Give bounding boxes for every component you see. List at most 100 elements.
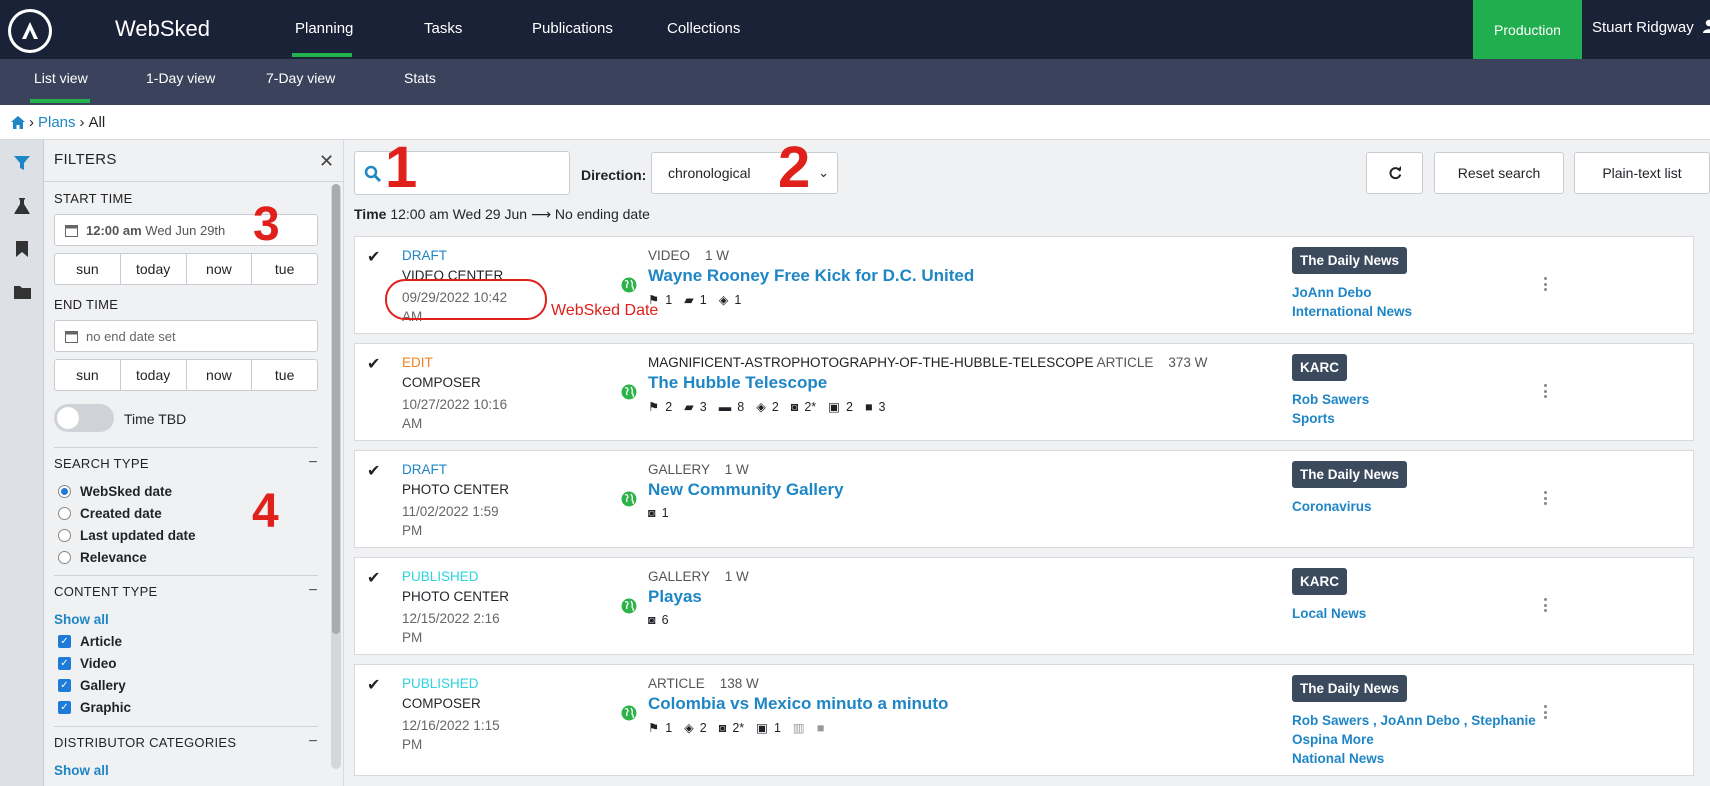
- tab-7-day-view[interactable]: 7-Day view: [266, 70, 335, 86]
- end-now-button[interactable]: now: [187, 360, 253, 390]
- check-icon[interactable]: ✔: [367, 247, 380, 267]
- more-icon[interactable]: [1544, 491, 1548, 505]
- tab-1-day-view[interactable]: 1-Day view: [146, 70, 215, 86]
- distributor-show-all[interactable]: Show all: [54, 763, 109, 778]
- environment-button[interactable]: Production: [1473, 0, 1582, 59]
- distributor-label: DISTRIBUTOR CATEGORIES: [54, 735, 237, 750]
- plan-title[interactable]: The Hubble Telescope: [648, 373, 827, 393]
- plan-card[interactable]: ✔ EDIT COMPOSER 10/27/2022 10:16 AM MAGNI…: [354, 343, 1694, 441]
- filter-icon[interactable]: [11, 152, 33, 174]
- content-type-option[interactable]: ✓ Video: [58, 656, 117, 671]
- search-type-option[interactable]: WebSked date: [58, 484, 172, 499]
- reset-search-button[interactable]: Reset search: [1434, 152, 1564, 194]
- content-type-option[interactable]: ✓ Article: [58, 634, 122, 649]
- collapse-icon[interactable]: −: [308, 582, 318, 600]
- scrollbar-thumb[interactable]: [332, 184, 340, 634]
- assignees: Local News: [1292, 604, 1542, 623]
- time-end: No ending date: [554, 206, 650, 222]
- content-type-option[interactable]: ✓ Graphic: [58, 700, 131, 715]
- checkbox-checked[interactable]: ✓: [58, 657, 71, 670]
- content-type-show-all[interactable]: Show all: [54, 612, 109, 627]
- option-label: Relevance: [80, 550, 147, 565]
- tab-stats[interactable]: Stats: [404, 70, 436, 86]
- check-icon[interactable]: ✔: [367, 675, 380, 695]
- tab-planning[interactable]: Planning: [295, 20, 353, 37]
- tag-icon: ◈ 2: [756, 399, 779, 415]
- end-today-button[interactable]: today: [121, 360, 187, 390]
- assignee-links[interactable]: Rob Sawers , JoAnn Debo , Stephanie Ospi…: [1292, 711, 1542, 749]
- start-today-button[interactable]: today: [121, 254, 187, 284]
- check-icon[interactable]: ✔: [367, 354, 380, 374]
- bookmark-icon[interactable]: [11, 238, 33, 260]
- radio[interactable]: [58, 507, 71, 520]
- radio-selected[interactable]: [58, 485, 71, 498]
- breadcrumb-plans[interactable]: Plans: [38, 114, 76, 131]
- radio[interactable]: [58, 529, 71, 542]
- plan-card[interactable]: ✔ PUBLISHED COMPOSER 12/16/2022 1:15 PM A…: [354, 664, 1694, 776]
- section-link[interactable]: International News: [1292, 302, 1542, 321]
- check-icon[interactable]: ✔: [367, 568, 380, 588]
- checkbox-checked[interactable]: ✓: [58, 635, 71, 648]
- content-type-header[interactable]: CONTENT TYPE −: [54, 575, 318, 599]
- collapse-icon[interactable]: −: [308, 733, 318, 751]
- section-link[interactable]: Sports: [1292, 409, 1542, 428]
- search-type-header[interactable]: SEARCH TYPE −: [54, 447, 318, 471]
- filters-scrollbar[interactable]: [331, 184, 341, 769]
- plan-card[interactable]: ✔ DRAFT VIDEO CENTER 09/29/2022 10:42 AM …: [354, 236, 1694, 334]
- book-icon: ▰ 1: [684, 292, 707, 308]
- radio[interactable]: [58, 551, 71, 564]
- checkbox-checked[interactable]: ✓: [58, 679, 71, 692]
- user-menu[interactable]: Stuart Ridgway: [1592, 19, 1710, 36]
- tab-collections[interactable]: Collections: [667, 20, 740, 37]
- plain-text-list-button[interactable]: Plain-text list: [1574, 152, 1710, 194]
- plan-card[interactable]: ✔ DRAFT PHOTO CENTER 11/02/2022 1:59 PM G…: [354, 450, 1694, 548]
- folder-icon[interactable]: [11, 281, 33, 303]
- more-icon[interactable]: [1544, 705, 1548, 719]
- plan-card[interactable]: ✔ PUBLISHED PHOTO CENTER 12/15/2022 2:16…: [354, 557, 1694, 655]
- time-tbd-toggle[interactable]: [54, 404, 114, 432]
- more-icon[interactable]: [1544, 598, 1548, 612]
- assignee-link[interactable]: JoAnn Debo: [1292, 283, 1542, 302]
- more-icon[interactable]: [1544, 277, 1548, 291]
- section-link[interactable]: Coronavirus: [1292, 497, 1542, 516]
- tab-publications[interactable]: Publications: [532, 20, 613, 37]
- content-type-words: GALLERY 1 W: [648, 462, 749, 477]
- end-time-input[interactable]: no end date set: [54, 320, 318, 352]
- section-link[interactable]: National News: [1292, 749, 1542, 768]
- end-sun-button[interactable]: sun: [55, 360, 121, 390]
- collapse-icon[interactable]: −: [308, 454, 318, 472]
- checkbox-checked[interactable]: ✓: [58, 701, 71, 714]
- search-type-option[interactable]: Last updated date: [58, 528, 196, 543]
- plan-title[interactable]: Playas: [648, 587, 702, 607]
- camera-icon: ◙ 6: [648, 613, 669, 627]
- start-sun-button[interactable]: sun: [55, 254, 121, 284]
- start-now-button[interactable]: now: [187, 254, 253, 284]
- assignee-link[interactable]: Rob Sawers: [1292, 390, 1542, 409]
- breadcrumb: › Plans › All: [11, 114, 105, 131]
- home-icon[interactable]: [11, 116, 25, 129]
- flask-icon[interactable]: [11, 195, 33, 217]
- org-badge: The Daily News: [1292, 675, 1408, 702]
- tab-tasks[interactable]: Tasks: [424, 20, 462, 37]
- meta-counts: ◙ 6: [648, 613, 675, 627]
- tab-list-view[interactable]: List view: [34, 70, 88, 86]
- end-tue-button[interactable]: tue: [252, 360, 317, 390]
- divider: [44, 181, 343, 182]
- distributor-header[interactable]: DISTRIBUTOR CATEGORIES −: [54, 726, 318, 750]
- close-icon[interactable]: ✕: [319, 151, 334, 172]
- start-tue-button[interactable]: tue: [252, 254, 317, 284]
- search-type-option[interactable]: Created date: [58, 506, 162, 521]
- section-link[interactable]: Local News: [1292, 604, 1542, 623]
- content-type-option[interactable]: ✓ Gallery: [58, 678, 126, 693]
- plan-title[interactable]: New Community Gallery: [648, 480, 844, 500]
- toggle-knob: [57, 407, 79, 429]
- search-icon: [364, 165, 381, 182]
- active-tab-indicator: [292, 53, 352, 57]
- plan-title[interactable]: Colombia vs Mexico minuto a minuto: [648, 694, 948, 714]
- refresh-button[interactable]: [1366, 152, 1423, 194]
- search-type-option[interactable]: Relevance: [58, 550, 147, 565]
- check-icon[interactable]: ✔: [367, 461, 380, 481]
- more-icon[interactable]: [1544, 384, 1548, 398]
- plan-title[interactable]: Wayne Rooney Free Kick for D.C. United: [648, 266, 974, 286]
- app-logo[interactable]: [8, 9, 52, 53]
